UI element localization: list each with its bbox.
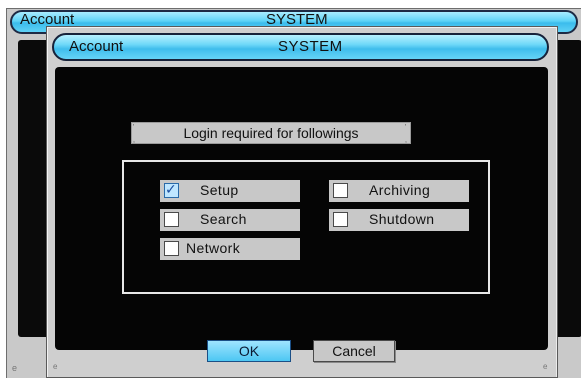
dialog-corner-mark-icon: e [543,362,548,371]
archiving-checkbox[interactable] [333,183,348,198]
background-corner-mark-icon: e [12,363,18,373]
dialog-corner-mark-icon: e [53,362,58,371]
shutdown-checkbox[interactable] [333,212,348,227]
dialog-title-system: SYSTEM [278,38,343,55]
login-required-text: Login required for followings [183,125,359,141]
label-corner-tick-icon: , [133,137,135,144]
screen: Account SYSTEM e Account SYSTEM Login re… [0,0,581,378]
option-network[interactable]: Network [160,238,300,260]
dialog-title-account: Account [69,38,124,55]
label-corner-tick-icon: , [405,137,407,144]
setup-label: Setup [200,182,239,198]
dialog-titlebar[interactable]: Account SYSTEM [52,33,549,61]
login-required-label: Login required for followings [131,122,411,144]
option-shutdown[interactable]: Shutdown [329,209,469,231]
search-label: Search [200,211,247,227]
ok-button[interactable]: OK [207,340,291,362]
label-corner-tick-icon: ' [133,124,135,131]
option-archiving[interactable]: Archiving [329,180,469,202]
search-checkbox[interactable] [164,212,179,227]
shutdown-label: Shutdown [369,211,435,227]
network-label: Network [186,240,241,256]
option-search[interactable]: Search [160,209,300,231]
network-checkbox[interactable] [164,241,179,256]
option-setup[interactable]: ✓ Setup [160,180,300,202]
dialog-content-panel: Login required for followings ' ' , , ✓ … [55,67,548,350]
setup-checkbox[interactable]: ✓ [164,181,179,198]
check-icon: ✓ [165,181,177,197]
archiving-label: Archiving [369,182,431,198]
cancel-button[interactable]: Cancel [313,340,395,362]
account-dialog: Account SYSTEM Login required for follow… [46,26,558,378]
label-corner-tick-icon: ' [405,124,407,131]
